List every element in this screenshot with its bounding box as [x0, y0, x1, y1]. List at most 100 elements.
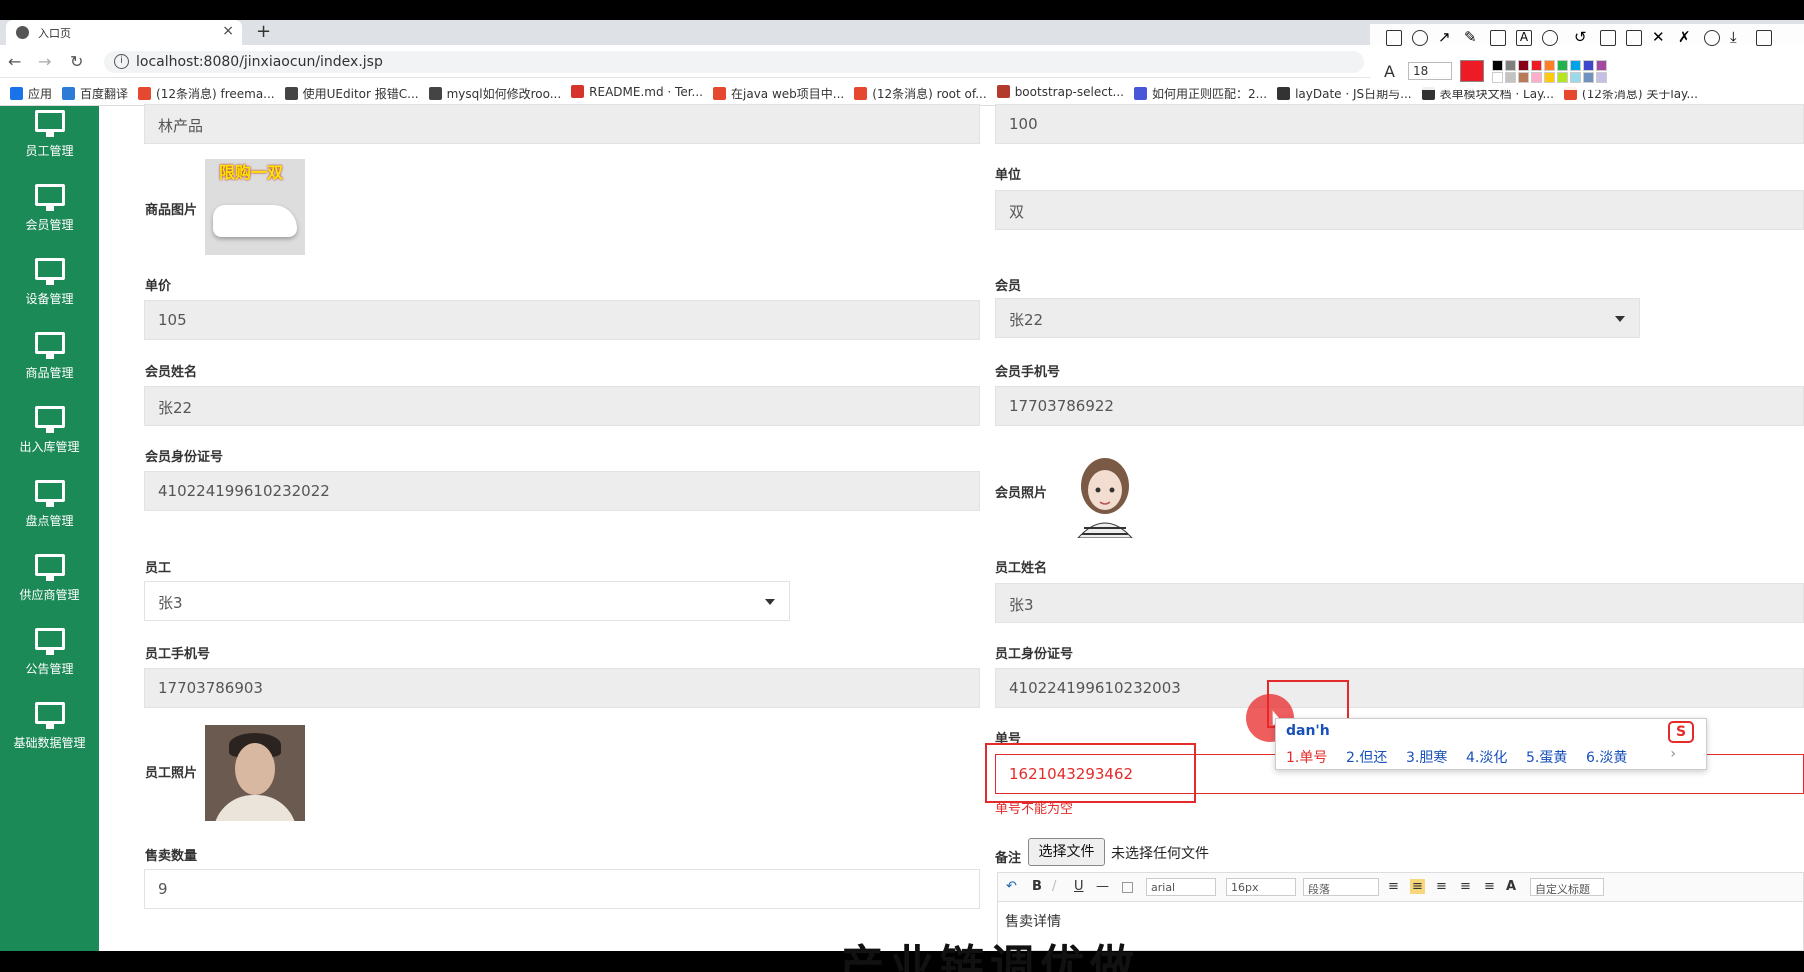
video-caption: 产业链调优做: [840, 941, 1140, 972]
browser-tab[interactable]: 入口页 ×: [6, 20, 242, 45]
color-swatch[interactable]: [1570, 72, 1581, 83]
color-swatch[interactable]: [1570, 60, 1581, 71]
color-swatch[interactable]: [1596, 72, 1607, 83]
stock-field[interactable]: 100: [995, 104, 1804, 144]
bookmark-item[interactable]: 使用UEditor 报错C...: [284, 85, 419, 102]
font-family-select[interactable]: arial: [1146, 878, 1216, 896]
color-swatch[interactable]: [1596, 60, 1607, 71]
employee-phone-field[interactable]: 17703786903: [144, 668, 980, 708]
bookmark-item[interactable]: mysql如何修改roo...: [428, 85, 561, 102]
font-size-select[interactable]: 16px: [1226, 878, 1296, 896]
color-swatch[interactable]: [1557, 72, 1568, 83]
justify-icon[interactable]: ≡: [1484, 879, 1495, 894]
translate-icon[interactable]: ✗: [1678, 30, 1694, 46]
arrow-tool-icon[interactable]: ↗: [1438, 30, 1454, 46]
bookmark-item[interactable]: 百度翻译: [62, 85, 128, 102]
color-swatch[interactable]: [1492, 60, 1503, 71]
bookmark-item[interactable]: 如何用正则匹配：2...: [1133, 85, 1267, 102]
bookmark-item[interactable]: bootstrap-select...: [996, 85, 1124, 99]
sidebar-item[interactable]: 员工管理: [0, 106, 99, 172]
member-name-field[interactable]: 张22: [144, 386, 980, 426]
align-left-icon[interactable]: ≡: [1410, 879, 1425, 894]
employee-name-field[interactable]: 张3: [995, 583, 1804, 623]
text-tool-icon[interactable]: A: [1516, 30, 1532, 46]
rectangle-tool-icon[interactable]: [1386, 30, 1402, 46]
sidebar-item[interactable]: 设备管理: [0, 254, 99, 320]
sidebar-item[interactable]: 盘点管理: [0, 476, 99, 542]
horizontal-rule-icon[interactable]: —: [1096, 879, 1109, 894]
color-swatch[interactable]: [1505, 60, 1516, 71]
align-icon[interactable]: ≡: [1388, 879, 1399, 894]
color-swatch[interactable]: [1531, 72, 1542, 83]
download-icon[interactable]: ⤓: [1730, 30, 1746, 46]
color-swatch[interactable]: [1544, 72, 1555, 83]
sidebar-item[interactable]: 出入库管理: [0, 402, 99, 468]
url-field[interactable]: i localhost:8080/jinxiaocun/index.jsp: [104, 51, 1364, 73]
ime-candidate[interactable]: 4.淡化: [1466, 747, 1507, 767]
pin-icon[interactable]: [1600, 30, 1616, 46]
color-swatch[interactable]: [1518, 72, 1529, 83]
color-swatch[interactable]: [1505, 72, 1516, 83]
underline-icon[interactable]: U: [1074, 879, 1084, 894]
custom-title-select[interactable]: 自定义标题: [1530, 878, 1604, 896]
ime-candidate[interactable]: 1.单号: [1286, 747, 1327, 767]
ellipse-tool-icon[interactable]: [1412, 30, 1428, 46]
ime-next-page-icon[interactable]: ›: [1670, 746, 1676, 762]
sidebar-item[interactable]: 商品管理: [0, 328, 99, 394]
sale-qty-field[interactable]: 9: [144, 869, 980, 909]
bookmark-item[interactable]: README.md · Ter...: [571, 85, 703, 99]
ime-candidate[interactable]: 6.淡黄: [1586, 747, 1627, 767]
font-color-icon[interactable]: A: [1506, 879, 1516, 894]
bookmark-item[interactable]: 在java web项目中...: [713, 85, 844, 102]
sidebar-item[interactable]: 公告管理: [0, 624, 99, 690]
ime-candidate[interactable]: 2.但还: [1346, 747, 1387, 767]
bookmark-item[interactable]: 应用: [10, 85, 52, 102]
sidebar-item[interactable]: 供应商管理: [0, 550, 99, 616]
undo-icon[interactable]: ↺: [1574, 30, 1590, 46]
sidebar-item[interactable]: 基础数据管理: [0, 698, 99, 764]
color-swatch[interactable]: [1583, 72, 1594, 83]
close-tool-icon[interactable]: ✕: [1652, 30, 1668, 46]
ocr-icon[interactable]: [1626, 30, 1642, 46]
unit-field[interactable]: 双: [995, 190, 1804, 230]
font-size-select[interactable]: 18: [1408, 62, 1452, 80]
sidebar-item[interactable]: 会员管理: [0, 180, 99, 246]
ime-candidate[interactable]: 3.胆寒: [1406, 747, 1447, 767]
member-phone-field[interactable]: 17703786922: [995, 386, 1804, 426]
color-swatch[interactable]: [1557, 60, 1568, 71]
employee-select[interactable]: 张3: [144, 581, 790, 621]
color-swatch[interactable]: [1544, 60, 1555, 71]
member-select[interactable]: 张22: [995, 298, 1640, 338]
bold-icon[interactable]: B: [1032, 879, 1042, 894]
color-swatch[interactable]: [1518, 60, 1529, 71]
color-swatch[interactable]: [1531, 60, 1542, 71]
record-icon[interactable]: [1704, 30, 1720, 46]
mosaic-tool-icon[interactable]: [1490, 30, 1506, 46]
new-tab-button[interactable]: +: [256, 21, 271, 42]
ime-candidate[interactable]: 5.蛋黄: [1526, 747, 1567, 767]
align-right-icon[interactable]: ≡: [1460, 879, 1471, 894]
align-center-icon[interactable]: ≡: [1436, 879, 1447, 894]
member-id-field[interactable]: 410224199610232022: [144, 471, 980, 511]
price-field[interactable]: 105: [144, 300, 980, 340]
close-tab-icon[interactable]: ×: [222, 23, 234, 39]
pen-tool-icon[interactable]: ✎: [1464, 30, 1480, 46]
undo-icon[interactable]: ↶: [1006, 879, 1017, 894]
forward-arrow-icon[interactable]: →: [38, 52, 51, 71]
reload-icon[interactable]: ↻: [70, 52, 83, 71]
italic-icon[interactable]: /: [1052, 879, 1056, 894]
bookmark-item[interactable]: (12条消息) freema...: [138, 85, 275, 102]
bookmark-item[interactable]: (12条消息) root of...: [854, 85, 987, 102]
paragraph-select[interactable]: 段落: [1303, 878, 1379, 896]
category-field[interactable]: 林产品: [144, 104, 980, 144]
number-tool-icon[interactable]: [1542, 30, 1558, 46]
color-swatch[interactable]: [1492, 72, 1503, 83]
choose-file-button[interactable]: 选择文件: [1028, 838, 1105, 866]
back-arrow-icon[interactable]: ←: [8, 52, 21, 71]
checkbox-icon[interactable]: [1122, 882, 1133, 893]
active-color-swatch[interactable]: [1460, 60, 1484, 82]
color-swatch[interactable]: [1583, 60, 1594, 71]
employee-id-field[interactable]: 410224199610232003: [995, 668, 1804, 708]
info-icon[interactable]: i: [114, 54, 129, 69]
copy-icon[interactable]: [1756, 30, 1772, 46]
